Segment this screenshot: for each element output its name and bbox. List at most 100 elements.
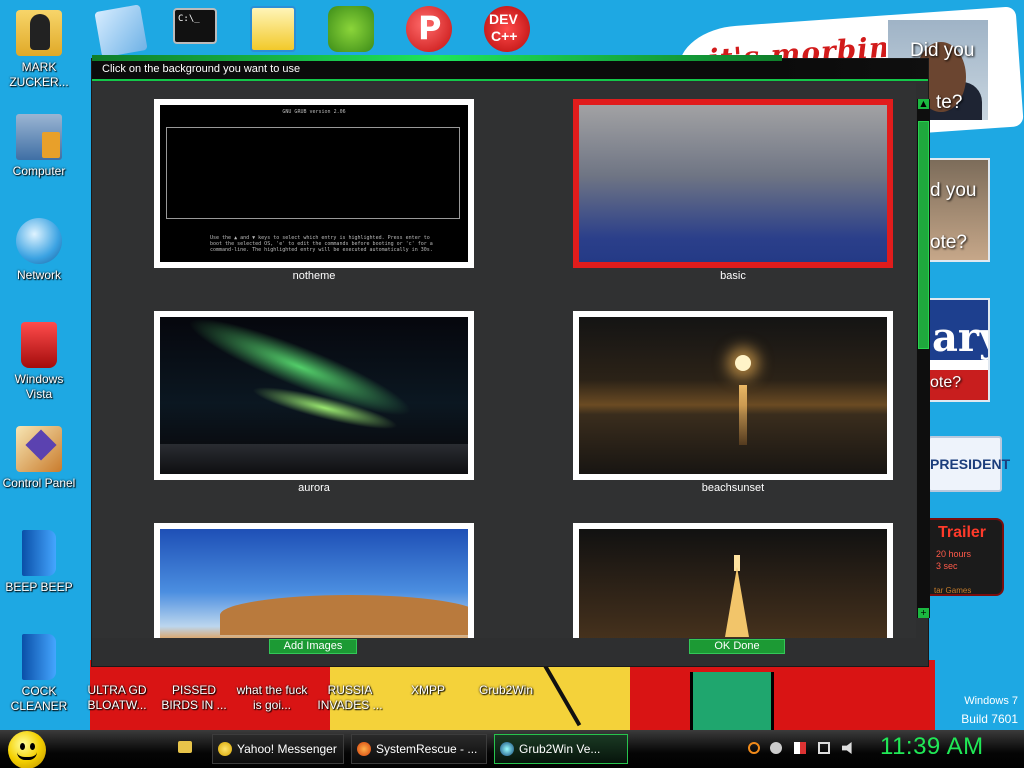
desktop-icon-control-panel[interactable]: Control Panel xyxy=(0,426,78,491)
pig-game-icon xyxy=(328,6,374,52)
desktop-icon-label: RUSSIA INVADES ... xyxy=(317,683,383,712)
wallpaper-president-text: PRESIDENT xyxy=(930,456,1011,472)
wallpaper-trailer-line-3: tar Games xyxy=(934,586,972,595)
thumbnail-eiffel[interactable] xyxy=(573,523,893,638)
start-button-smiley-icon[interactable] xyxy=(8,731,46,768)
scroll-up-arrow-icon[interactable]: ▲ xyxy=(918,99,929,109)
desert-preview xyxy=(160,529,468,638)
desktop-icon-label: BEEP BEEP xyxy=(5,580,73,594)
desktop-icon-pig-game[interactable] xyxy=(312,6,390,56)
desktop-icon-network[interactable]: Network xyxy=(0,218,78,283)
desktop-icon-label: XMPP xyxy=(410,683,445,697)
p-app-icon: P xyxy=(406,6,452,52)
task-grub2win[interactable]: Grub2Win Ve... xyxy=(494,734,628,764)
desktop-icon-label: Control Panel xyxy=(2,476,76,490)
blue-book-icon xyxy=(22,634,56,680)
desktop-icon-xmpp[interactable]: XMPP xyxy=(389,683,467,698)
desktop-icon-label: Network xyxy=(16,268,61,282)
notes-icon xyxy=(94,4,148,58)
eiffel-preview xyxy=(579,529,887,638)
task-systemrescue[interactable]: SystemRescue - ... xyxy=(351,734,487,764)
task-label: SystemRescue - ... xyxy=(376,742,478,756)
desktop-icon-computer[interactable]: Computer xyxy=(0,114,78,179)
desktop-icon-cmd[interactable]: C:\_ xyxy=(156,8,234,48)
quicklaunch-folder-icon[interactable] xyxy=(178,741,192,753)
folder-icon xyxy=(16,10,62,56)
network-globe-icon xyxy=(16,218,62,264)
desktop-icon-mark-zucker[interactable]: MARK ZUCKER... xyxy=(0,10,78,90)
thumbnail-label-aurora: aurora xyxy=(298,482,330,494)
desktop-icon-russia-invades[interactable]: RUSSIA INVADES ... xyxy=(311,683,389,713)
wallpaper-photo-3-text-2: ote? xyxy=(930,374,962,391)
thumbnail-grid: GNU GRUB version 2.06 Use the ▲ and ▼ ke… xyxy=(92,83,916,638)
thumbnail-beachsunset[interactable] xyxy=(573,311,893,480)
wallpaper-trailer-ad: Trailer 20 hours 3 sec tar Games xyxy=(928,518,1004,596)
thumbnail-notheme[interactable]: GNU GRUB version 2.06 Use the ▲ and ▼ ke… xyxy=(154,99,474,268)
scroll-down-arrow-icon[interactable]: + xyxy=(918,608,929,618)
desktop-icon-notes[interactable] xyxy=(82,4,160,58)
wallpaper-trailer-line-1: 20 hours xyxy=(936,549,972,559)
status-circle-icon[interactable] xyxy=(770,742,782,754)
desktop-icon-label: Computer xyxy=(12,164,66,178)
desktop-icon-stacked-app[interactable] xyxy=(234,6,312,56)
wallpaper-trailer-title: Trailer xyxy=(938,524,987,541)
thumbnail-scrollbar[interactable]: ▲ + xyxy=(917,99,930,618)
grub-preview-header: GNU GRUB version 2.06 xyxy=(282,109,346,115)
task-label: Yahoo! Messenger xyxy=(237,742,337,756)
thumbnail-aurora[interactable] xyxy=(154,311,474,480)
taskbar-clock[interactable]: 11:39 AM xyxy=(880,733,984,761)
recycle-bin-icon xyxy=(21,322,57,368)
wallpaper-photo-2-text: d you xyxy=(930,180,977,201)
wallpaper-photo-3: ary ote? xyxy=(928,298,990,402)
task-yahoo-messenger[interactable]: Yahoo! Messenger xyxy=(212,734,344,764)
devcpp-icon-text-1: DEV xyxy=(489,11,518,27)
devcpp-icon: DEV C++ xyxy=(484,6,530,52)
add-images-button[interactable]: Add Images xyxy=(269,639,357,654)
control-panel-icon xyxy=(16,426,62,472)
search-icon[interactable] xyxy=(748,742,760,754)
basic-preview xyxy=(579,105,887,262)
blue-book-icon xyxy=(22,530,56,576)
desktop-icon-label: Grub2Win xyxy=(478,683,534,697)
ok-done-button[interactable]: OK Done xyxy=(689,639,785,654)
thumbnail-basic[interactable] xyxy=(573,99,893,268)
volume-icon[interactable] xyxy=(842,742,852,754)
desktop-icon-ultra-gd[interactable]: ULTRA GD BLOATW... xyxy=(78,683,156,713)
desktop-icon-what-the[interactable]: what the fuck is goi... xyxy=(233,683,311,713)
thumbnail-desert[interactable] xyxy=(154,523,474,638)
network-tray-icon[interactable] xyxy=(818,742,830,754)
wallpaper-trailer-line-2: 3 sec xyxy=(936,561,958,571)
wallpaper-photo-2: d you ote? xyxy=(928,158,990,262)
firefox-icon xyxy=(357,742,371,756)
beachsunset-preview xyxy=(579,317,887,474)
aurora-preview xyxy=(160,317,468,474)
dialog-titlebar[interactable]: Click on the background you want to use xyxy=(92,55,928,81)
desktop-icon-windows-vista[interactable]: Windows Vista xyxy=(0,322,78,402)
scrollbar-thumb[interactable] xyxy=(918,121,929,349)
yahoo-smiley-icon xyxy=(218,742,232,756)
wallpaper-cartoon-green xyxy=(690,672,774,730)
desktop-icon-p-app[interactable]: P xyxy=(390,6,468,56)
devcpp-icon-text-2: C++ xyxy=(491,28,518,44)
windows-watermark-line-2: Build 7601 xyxy=(961,712,1018,726)
grub-preview-help: Use the ▲ and ▼ keys to select which ent… xyxy=(210,235,433,253)
taskbar: Yahoo! Messenger SystemRescue - ... Grub… xyxy=(0,730,1024,768)
stacked-app-icon xyxy=(250,6,296,52)
desktop-icon-grub2win[interactable]: Grub2Win xyxy=(467,683,545,698)
desktop-icon-cock-cleaner[interactable]: COCK CLEANER xyxy=(0,634,78,714)
dialog-titlebar-accent xyxy=(92,55,782,61)
desktop-icon-label: PISSED BIRDS IN ... xyxy=(161,683,227,712)
desktop-icon-label: Windows Vista xyxy=(14,372,64,401)
dialog-title: Click on the background you want to use xyxy=(102,63,301,75)
thumbnail-label-notheme: notheme xyxy=(292,270,336,282)
desktop-icon-devcpp[interactable]: DEV C++ xyxy=(468,6,546,56)
task-label: Grub2Win Ve... xyxy=(519,742,601,756)
grub-preview-menu-box xyxy=(166,127,460,219)
action-center-flag-icon[interactable] xyxy=(794,742,806,754)
thumbnail-label-basic: basic xyxy=(720,270,746,282)
desktop-icon-label: what the fuck is goi... xyxy=(236,683,308,712)
desktop-icon-beep-beep[interactable]: BEEP BEEP xyxy=(0,530,78,595)
wallpaper-photo-2-text-2: ote? xyxy=(930,232,967,253)
desktop-icon-label: COCK CLEANER xyxy=(10,684,68,713)
desktop-icon-pissed-birds[interactable]: PISSED BIRDS IN ... xyxy=(155,683,233,713)
